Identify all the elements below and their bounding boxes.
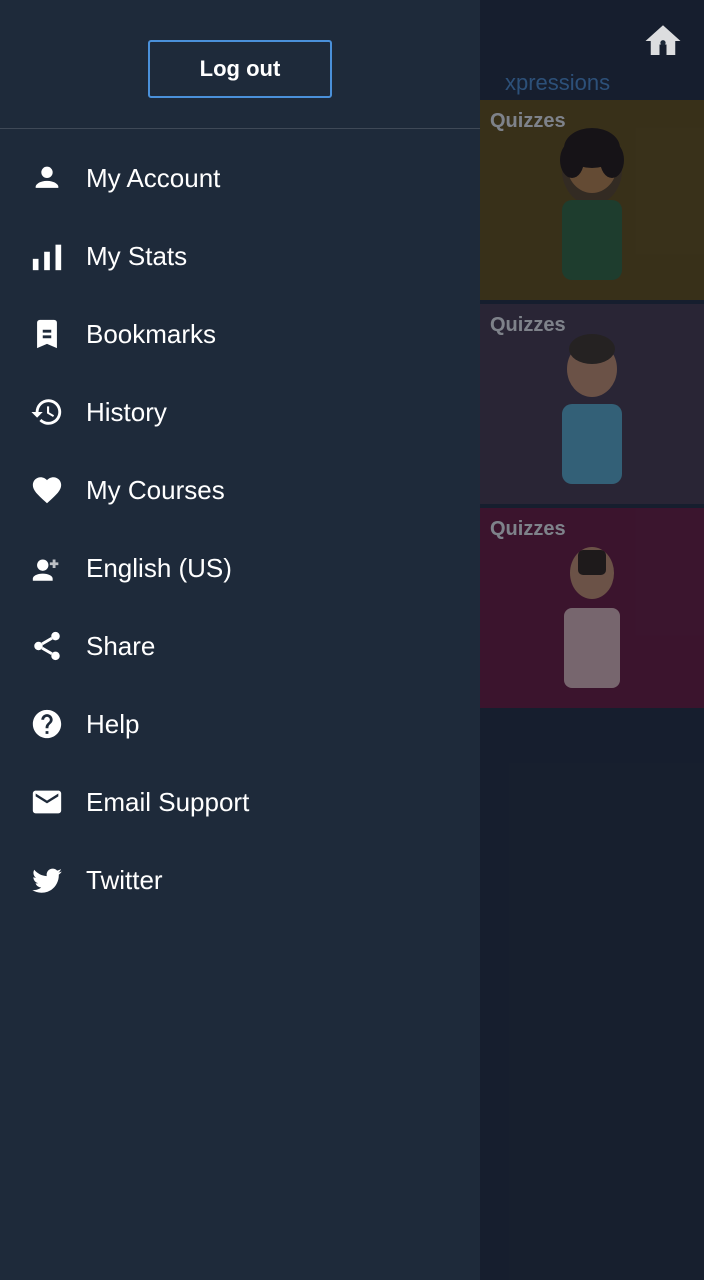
- sidebar-item-bookmarks[interactable]: Bookmarks: [0, 295, 480, 373]
- sidebar-header: Log out: [0, 0, 480, 129]
- sidebar-item-help[interactable]: Help: [0, 685, 480, 763]
- history-icon: [30, 395, 78, 429]
- sidebar-item-share-label: Share: [86, 631, 155, 662]
- sidebar-item-my-account[interactable]: My Account: [0, 139, 480, 217]
- email-icon: [30, 785, 78, 819]
- twitter-icon: [30, 863, 78, 897]
- home-icon-container[interactable]: [642, 20, 684, 67]
- bookmarks-icon: [30, 317, 78, 351]
- sidebar-item-twitter-label: Twitter: [86, 865, 163, 896]
- sidebar-item-my-stats[interactable]: My Stats: [0, 217, 480, 295]
- sidebar-item-share[interactable]: Share: [0, 607, 480, 685]
- account-icon: [30, 161, 78, 195]
- home-icon: [642, 20, 684, 62]
- logout-button[interactable]: Log out: [148, 40, 333, 98]
- stats-icon: [30, 239, 78, 273]
- help-icon: [30, 707, 78, 741]
- sidebar-item-help-label: Help: [86, 709, 139, 740]
- sidebar-item-my-courses-label: My Courses: [86, 475, 225, 506]
- sidebar-item-english-us[interactable]: English (US): [0, 529, 480, 607]
- sidebar-item-my-account-label: My Account: [86, 163, 220, 194]
- sidebar-item-english-us-label: English (US): [86, 553, 232, 584]
- sidebar-item-bookmarks-label: Bookmarks: [86, 319, 216, 350]
- sidebar-item-history-label: History: [86, 397, 167, 428]
- sidebar: Log out My Account My Stats Bookmarks: [0, 0, 480, 1280]
- nav-list: My Account My Stats Bookmarks History: [0, 129, 480, 1280]
- main-content: xpressions Quizzes Quizzes: [480, 0, 704, 1280]
- share-icon: [30, 629, 78, 663]
- sidebar-item-my-courses[interactable]: My Courses: [0, 451, 480, 529]
- language-icon: [30, 551, 78, 585]
- sidebar-item-my-stats-label: My Stats: [86, 241, 187, 272]
- right-dim-overlay: [480, 0, 704, 1280]
- sidebar-item-email-support[interactable]: Email Support: [0, 763, 480, 841]
- heart-icon: [30, 473, 78, 507]
- sidebar-item-history[interactable]: History: [0, 373, 480, 451]
- sidebar-item-twitter[interactable]: Twitter: [0, 841, 480, 919]
- sidebar-item-email-support-label: Email Support: [86, 787, 249, 818]
